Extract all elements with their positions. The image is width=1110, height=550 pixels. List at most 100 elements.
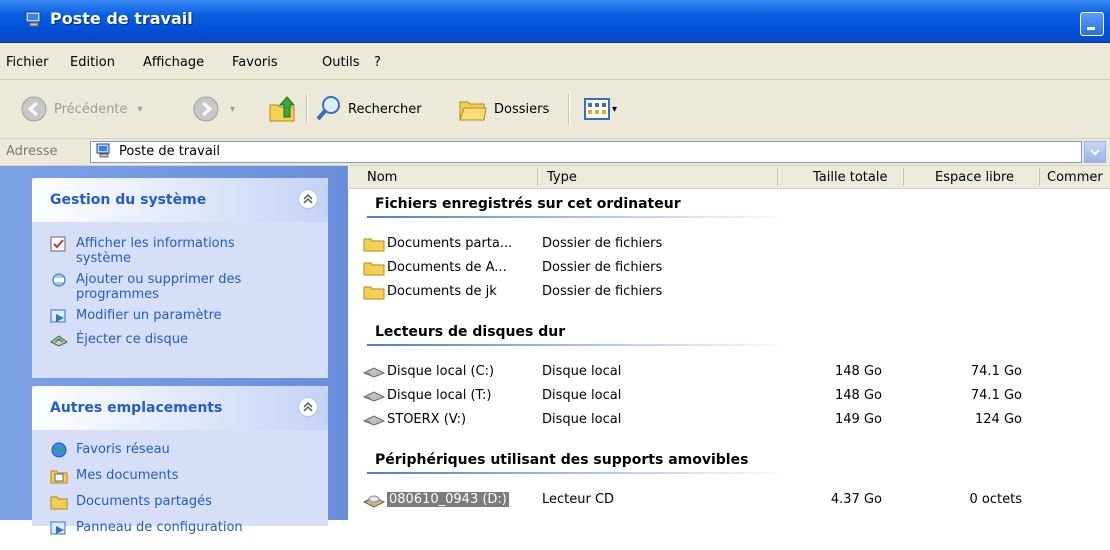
folder-icon — [50, 496, 68, 510]
system-info-icon — [50, 236, 66, 252]
address-bar: Adresse Poste de travail — [0, 139, 1110, 166]
item-type: Disque local — [542, 412, 622, 427]
forward-button[interactable]: ▾ — [192, 94, 235, 124]
column-divider[interactable] — [1039, 168, 1040, 186]
item-total-size: 148 Go — [835, 388, 882, 403]
file-list: Nom Type Taille totale Espace libre Comm… — [349, 166, 1110, 520]
item-total-size: 148 Go — [835, 364, 882, 379]
window-title: Poste de travail — [50, 9, 193, 28]
collapse-icon[interactable] — [298, 397, 318, 417]
place-control-panel[interactable]: Panneau de configuration — [50, 518, 328, 544]
task-view-system-info[interactable]: Afficher les informations système — [50, 234, 328, 270]
forward-dropdown-icon[interactable]: ▾ — [230, 104, 235, 115]
list-item[interactable]: Documents de jk Dossier de fichiers — [361, 282, 1101, 302]
other-places-body: Favoris réseau Mes documents Documents p… — [32, 430, 328, 550]
menu-edition[interactable]: Edition — [70, 55, 115, 70]
task-eject-disk[interactable]: Éjecter ce disque — [50, 330, 328, 354]
item-free-space: 74.1 Go — [970, 364, 1022, 379]
back-dropdown-icon[interactable]: ▾ — [137, 104, 142, 115]
menu-affichage[interactable]: Affichage — [143, 55, 204, 70]
address-label: Adresse — [6, 144, 58, 159]
views-button[interactable]: ▾ — [584, 94, 617, 124]
item-total-size: 4.37 Go — [830, 492, 882, 507]
system-tasks-panel: Gestion du système Afficher les informat… — [32, 178, 328, 378]
list-item[interactable]: Disque local (C:) Disque local 148 Go 74… — [361, 362, 1101, 382]
place-my-documents[interactable]: Mes documents — [50, 466, 328, 492]
list-item[interactable]: Documents de A... Dossier de fichiers — [361, 258, 1101, 278]
place-shared-documents[interactable]: Documents partagés — [50, 492, 328, 518]
title-bar: Poste de travail — [0, 0, 1110, 43]
column-comment[interactable]: Commer — [1047, 170, 1103, 185]
task-label: Ajouter ou supprimer des programmes — [76, 272, 242, 302]
column-divider[interactable] — [777, 168, 778, 186]
hard-disk-icon — [363, 367, 385, 378]
hard-disk-icon — [363, 391, 385, 402]
list-item[interactable]: Documents parta... Dossier de fichiers — [361, 234, 1101, 254]
column-divider[interactable] — [903, 168, 904, 186]
menu-outils[interactable]: Outils — [322, 55, 360, 70]
task-add-remove-programs[interactable]: Ajouter ou supprimer des programmes — [50, 270, 328, 306]
control-panel-icon — [50, 521, 66, 535]
folder-icon — [363, 286, 385, 300]
task-label: Modifier un paramètre — [76, 308, 222, 323]
menu-bar: Fichier Edition Affichage Favoris Outils… — [0, 43, 1110, 80]
column-type[interactable]: Type — [547, 170, 577, 185]
other-places-title: Autres emplacements — [50, 400, 223, 416]
menu-fichier[interactable]: Fichier — [6, 55, 49, 70]
network-icon — [51, 442, 67, 458]
group-title-disks: Lecteurs de disques dur — [375, 324, 566, 340]
item-type: Disque local — [542, 388, 622, 403]
list-item[interactable]: STOERX (V:) Disque local 149 Go 124 Go — [361, 410, 1101, 430]
control-panel-icon — [50, 309, 66, 323]
group-title-removable: Périphériques utilisant des supports amo… — [375, 452, 749, 468]
folder-icon — [363, 262, 385, 276]
minimize-button[interactable] — [1080, 12, 1104, 36]
other-places-panel: Autres emplacements Favoris réseau Mes d… — [32, 386, 328, 535]
column-name[interactable]: Nom — [367, 170, 397, 185]
item-name: Disque local (C:) — [387, 364, 495, 379]
eject-disk-icon — [50, 335, 68, 347]
list-item[interactable]: 080610_0943 (D:) Lecteur CD 4.37 Go 0 oc… — [361, 490, 1101, 510]
address-field[interactable]: Poste de travail — [90, 141, 1082, 163]
forward-arrow-icon — [193, 96, 219, 122]
documents-folder-icon — [50, 470, 68, 484]
column-divider[interactable] — [537, 168, 538, 186]
toolbar: Précédente ▾ ▾ Rechercher Dossiers ▾ — [0, 80, 1110, 139]
folders-label: Dossiers — [494, 101, 550, 117]
toolbar-separator — [306, 94, 308, 124]
task-change-setting[interactable]: Modifier un paramètre — [50, 306, 328, 330]
place-label: Mes documents — [76, 468, 179, 483]
address-value: Poste de travail — [119, 144, 221, 159]
folders-button[interactable]: Dossiers — [458, 94, 549, 124]
collapse-icon[interactable] — [298, 189, 318, 209]
group-title-files: Fichiers enregistrés sur cet ordinateur — [375, 196, 681, 212]
item-name: Documents parta... — [387, 236, 513, 251]
place-label: Favoris réseau — [76, 442, 170, 457]
item-type: Disque local — [542, 364, 622, 379]
system-tasks-title: Gestion du système — [50, 192, 207, 208]
item-free-space: 74.1 Go — [970, 388, 1022, 403]
up-folder-button[interactable] — [268, 94, 298, 124]
menu-favoris[interactable]: Favoris — [232, 55, 278, 70]
cd-drive-icon — [363, 495, 385, 508]
column-total-size[interactable]: Taille totale — [813, 170, 887, 185]
views-dropdown-icon[interactable]: ▾ — [612, 104, 617, 115]
back-button[interactable]: Précédente ▾ — [20, 94, 142, 124]
up-folder-icon — [269, 96, 296, 122]
system-tasks-header[interactable]: Gestion du système — [32, 178, 328, 222]
address-dropdown-button[interactable] — [1084, 141, 1106, 163]
folders-icon — [459, 101, 487, 121]
system-tasks-body: Afficher les informations système Ajoute… — [32, 222, 328, 360]
other-places-header[interactable]: Autres emplacements — [32, 386, 328, 430]
item-name: 080610_0943 (D:) — [387, 492, 509, 507]
menu-help[interactable]: ? — [374, 55, 381, 70]
list-item[interactable]: Disque local (T:) Disque local 148 Go 74… — [361, 386, 1101, 406]
item-type: Lecteur CD — [542, 492, 615, 507]
item-name: Disque local (T:) — [387, 388, 492, 403]
chevron-down-icon — [1090, 149, 1100, 156]
place-network[interactable]: Favoris réseau — [50, 440, 328, 466]
search-button[interactable]: Rechercher — [316, 94, 422, 124]
hard-disk-icon — [363, 415, 385, 426]
item-free-space: 124 Go — [975, 412, 1022, 427]
column-free-space[interactable]: Espace libre — [935, 170, 1014, 185]
